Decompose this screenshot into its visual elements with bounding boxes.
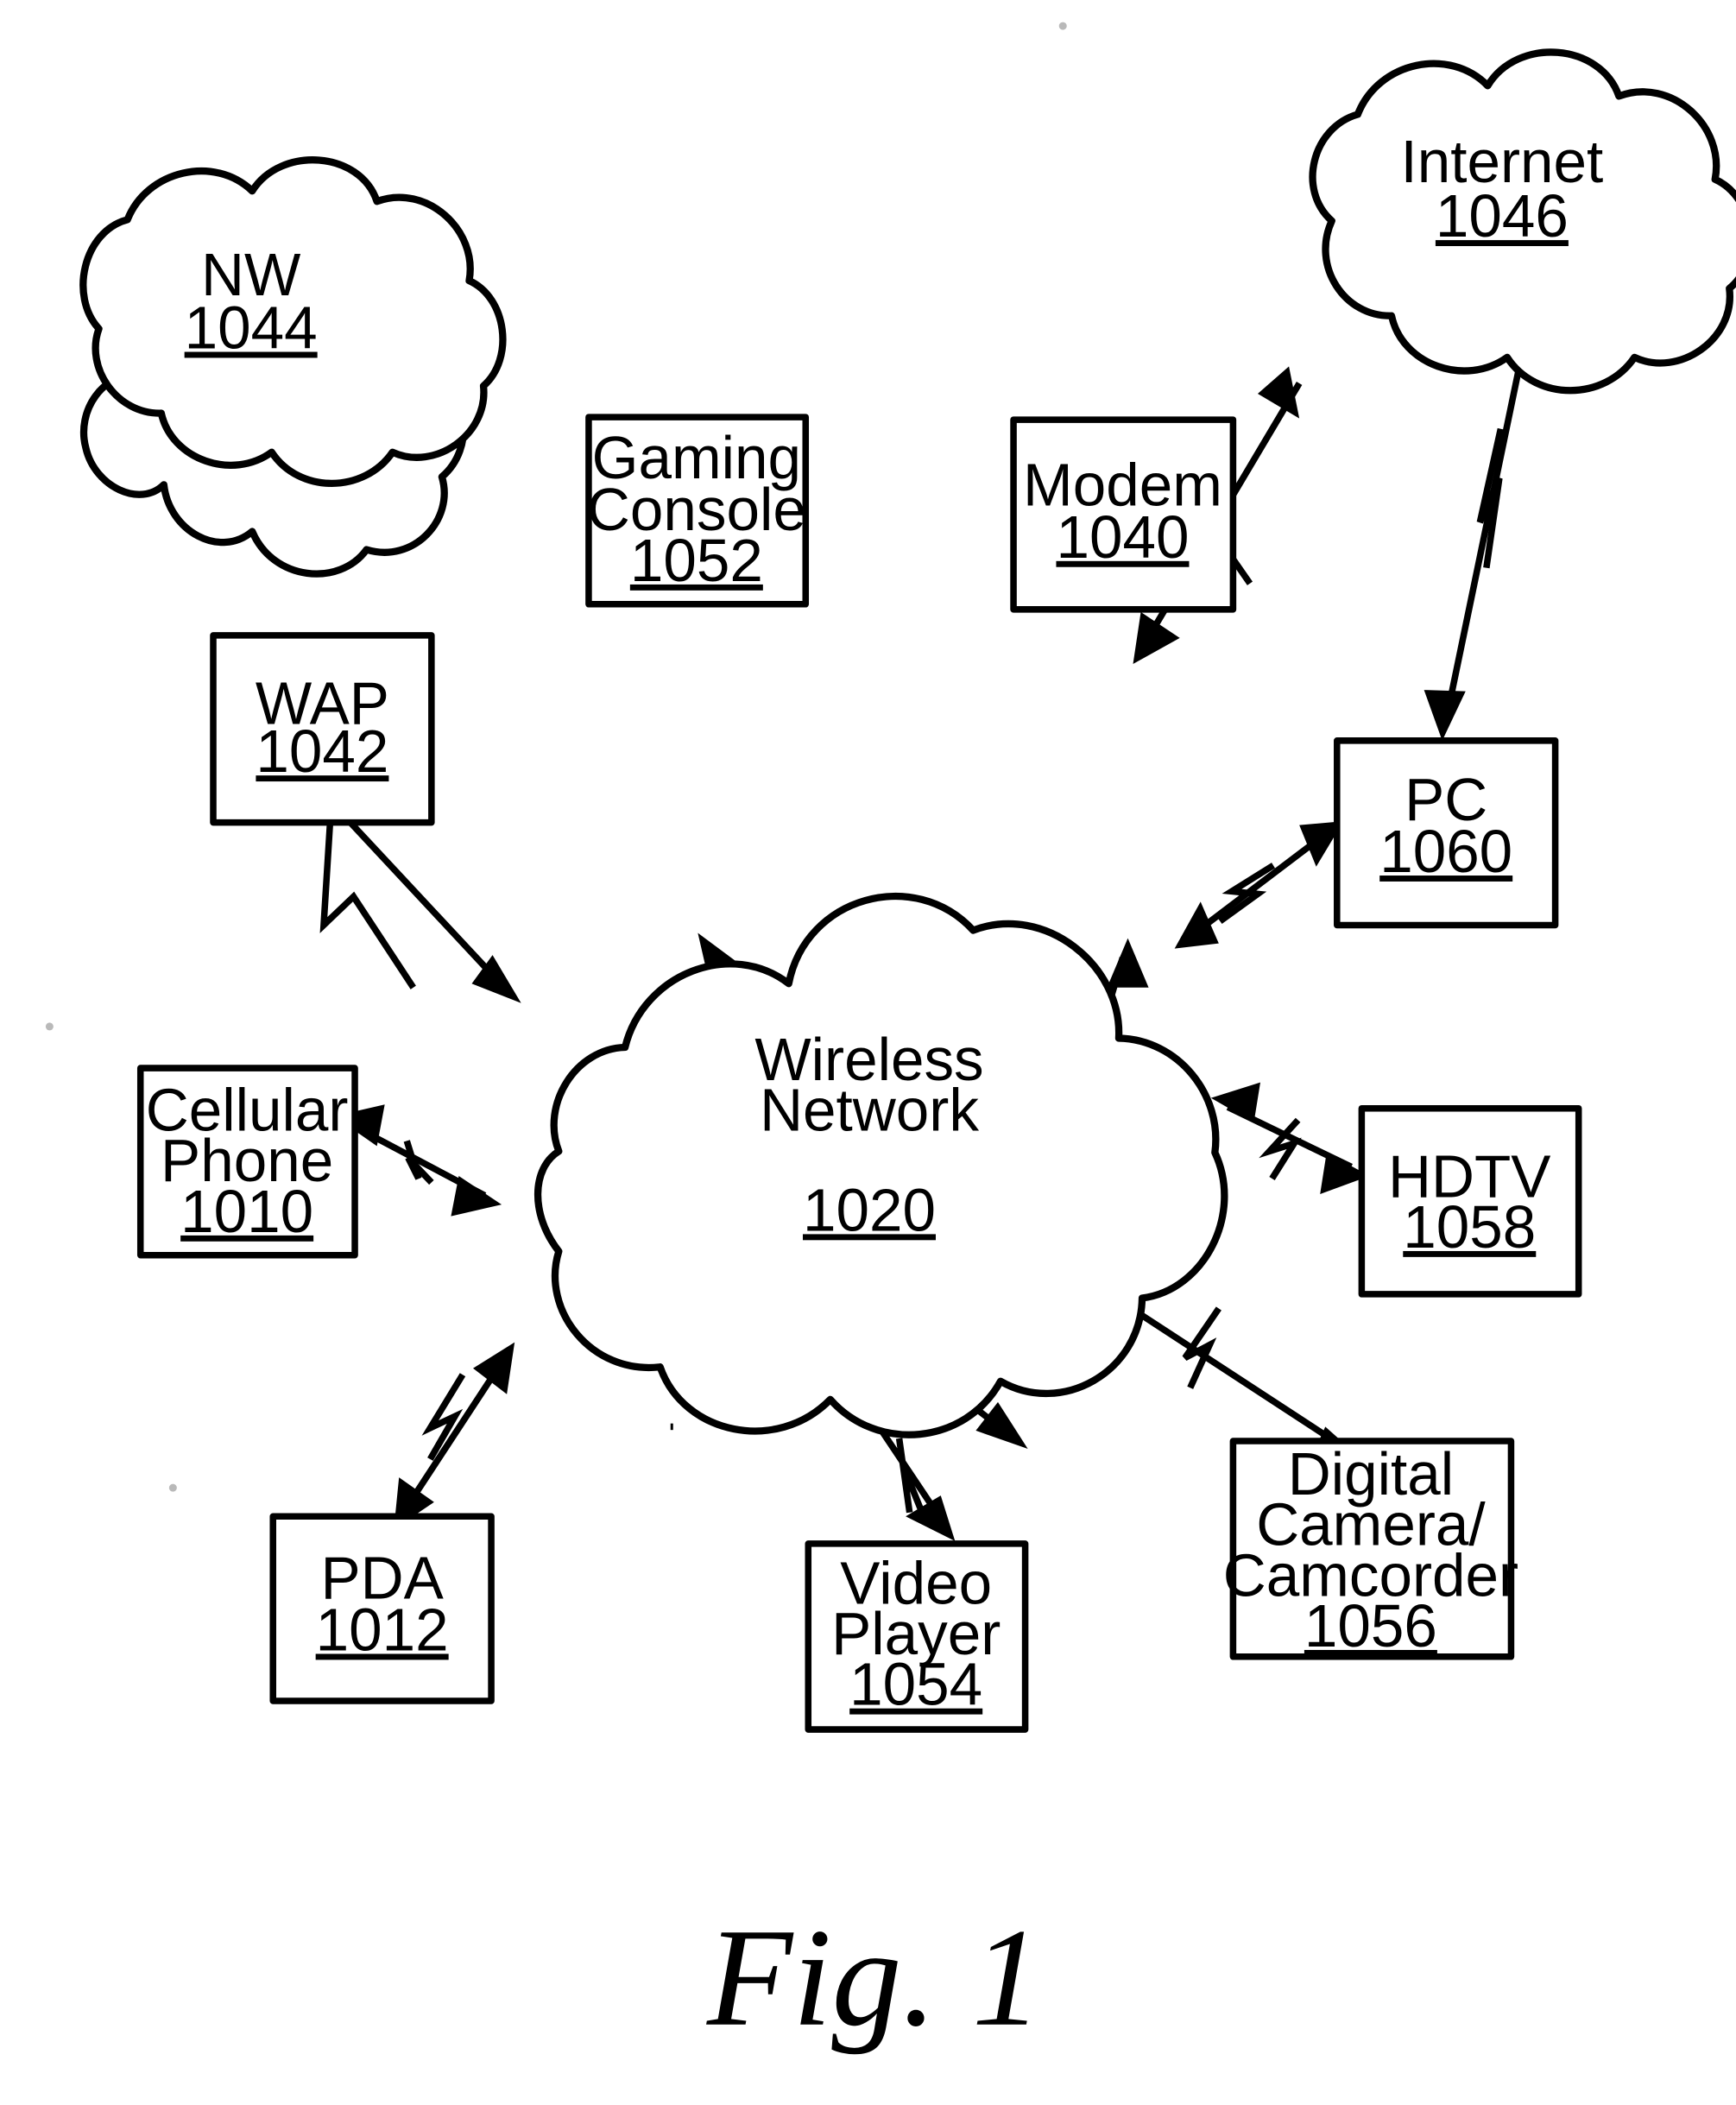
box-pc-ref: 1060 xyxy=(1379,818,1512,885)
box-cellular-phone[interactable]: Cellular Phone 1010 xyxy=(136,1065,358,1259)
box-hdtv[interactable]: HDTV 1058 xyxy=(1358,1104,1582,1298)
cloud-wireless-network-ref: 1020 xyxy=(803,1176,936,1243)
diagram-canvas: NW 1044 Internet 1046 Wireless Network 1… xyxy=(23,0,1736,2105)
box-pda[interactable]: PDA 1012 xyxy=(269,1513,495,1704)
box-modem[interactable]: Modem 1040 xyxy=(1010,416,1237,613)
patent-figure: NW 1044 Internet 1046 Wireless Network 1… xyxy=(0,0,1736,2105)
cloud-nw-ref: 1044 xyxy=(185,294,318,362)
box-gaming-console[interactable]: Gaming Console 1052 xyxy=(585,414,810,608)
cloud-internet-ref: 1046 xyxy=(1436,182,1569,250)
box-gaming-console-ref: 1052 xyxy=(630,527,763,594)
box-hdtv-ref: 1058 xyxy=(1403,1193,1536,1261)
box-modem-ref: 1040 xyxy=(1056,503,1189,571)
box-digital-camera-ref: 1056 xyxy=(1304,1592,1437,1659)
figure-caption: Fig. 1 xyxy=(706,1900,1042,2056)
box-video-player-ref: 1054 xyxy=(849,1651,982,1718)
box-wap-ref: 1042 xyxy=(256,717,388,785)
box-pda-ref: 1012 xyxy=(316,1596,449,1663)
box-cellular-phone-ref: 1010 xyxy=(180,1178,313,1245)
cloud-wireless-network-label-line2: Network xyxy=(760,1077,979,1144)
box-wap[interactable]: WAP 1042 xyxy=(210,632,435,826)
box-pc[interactable]: PC 1060 xyxy=(1334,737,1559,929)
box-digital-camera[interactable]: Digital Camera/ Camcorder 1056 xyxy=(1223,1438,1518,1660)
box-video-player[interactable]: Video Player 1054 xyxy=(805,1540,1029,1733)
